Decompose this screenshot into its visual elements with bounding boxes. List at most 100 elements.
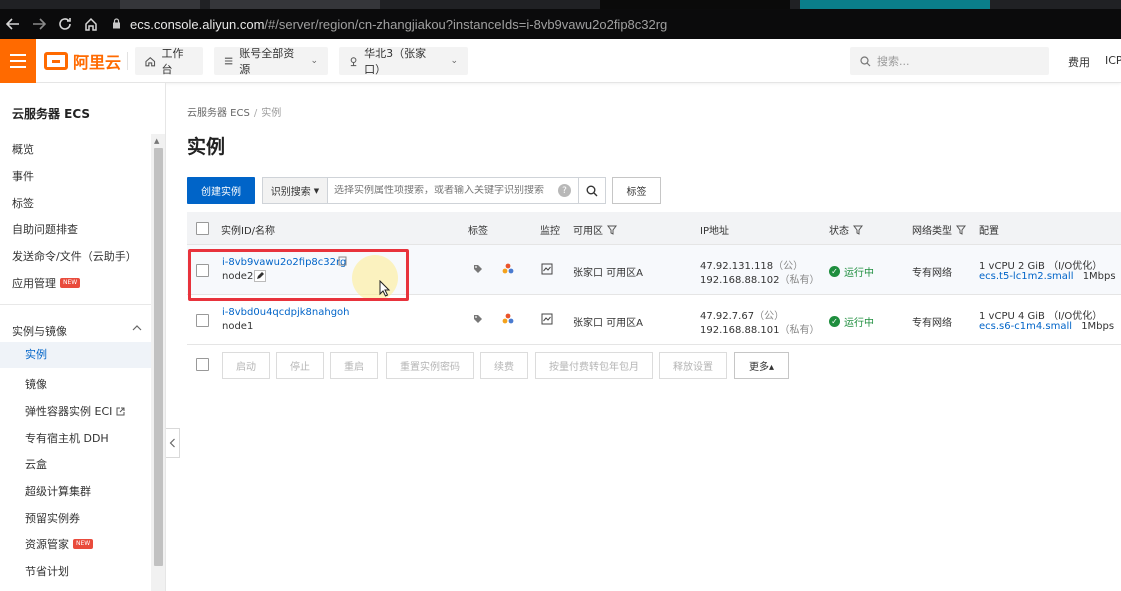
column-header-config: 配置 (979, 226, 999, 237)
column-header-status[interactable]: 状态 (829, 222, 863, 237)
start-button[interactable]: 启动 (222, 352, 270, 379)
new-badge: NEW (60, 278, 81, 288)
sidebar-scrollbar[interactable]: ▲ (151, 134, 165, 591)
sidebar-item-events[interactable]: 事件 (12, 168, 34, 184)
browser-tab[interactable] (210, 0, 380, 9)
row-checkbox[interactable] (196, 314, 209, 327)
monitor-icon[interactable] (541, 263, 553, 278)
filter-icon[interactable] (607, 225, 617, 235)
column-header-label: 状态 (829, 226, 849, 237)
sidebar: 云服务器 ECS 概览 事件 标签 自助问题排查 发送命令/文件（云助手） 应用… (0, 83, 166, 591)
tag-filter-button[interactable]: 标签 (612, 177, 661, 204)
browser-tab[interactable] (800, 0, 990, 9)
create-instance-button[interactable]: 创建实例 (187, 177, 255, 204)
scrollbar-thumb[interactable] (154, 148, 163, 566)
chevron-down-icon: ⌄ (450, 56, 458, 66)
global-search-input[interactable]: 搜索... (850, 47, 1049, 75)
breadcrumb-current: 实例 (261, 108, 282, 119)
help-icon[interactable]: ? (558, 184, 571, 197)
sidebar-item-resource-manager[interactable]: 资源管家 NEW (25, 536, 94, 552)
bandwidth: 1Mbps (1082, 271, 1116, 282)
release-settings-button[interactable]: 释放设置 (659, 352, 727, 379)
home-icon[interactable] (78, 9, 104, 39)
sidebar-item-reserved-instances[interactable]: 预留实例券 (25, 510, 80, 526)
sidebar-item-send-command[interactable]: 发送命令/文件（云助手） (12, 248, 137, 264)
search-mode-label: 识别搜索 (270, 187, 311, 198)
external-link-icon (116, 407, 125, 415)
filter-icon[interactable] (956, 225, 966, 235)
reload-icon[interactable] (52, 9, 78, 39)
back-icon[interactable] (0, 9, 26, 39)
filter-icon[interactable] (853, 225, 863, 235)
bulk-select-checkbox[interactable] (196, 358, 209, 371)
check-circle-icon: ✓ (829, 316, 840, 327)
search-button[interactable] (578, 178, 605, 203)
bandwidth: 1Mbps (1081, 321, 1115, 332)
icp-link[interactable]: ICP (1105, 54, 1121, 67)
monitor-icon[interactable] (541, 313, 553, 328)
tag-icon[interactable] (473, 264, 483, 277)
chevron-down-icon: ⌄ (310, 56, 318, 66)
stop-button[interactable]: 停止 (276, 352, 324, 379)
breadcrumb: 云服务器 ECS / 实例 (187, 104, 281, 119)
forward-icon[interactable] (26, 9, 52, 39)
sidebar-item-overview[interactable]: 概览 (12, 141, 34, 157)
resource-group-icon[interactable] (502, 313, 514, 328)
search-icon (860, 55, 871, 66)
sidebar-item-ddh[interactable]: 专有宿主机 DDH (25, 430, 109, 446)
public-ip: 47.92.7.67（公） (700, 307, 784, 322)
sidebar-item-savings-plan[interactable]: 节省计划 (25, 563, 69, 579)
sidebar-collapse-button[interactable] (166, 428, 180, 458)
instance-search-input[interactable] (328, 185, 558, 196)
workbench-button[interactable]: 工作台 (135, 47, 203, 76)
table-row[interactable]: i-8vbd0u4qcdpjk8nahgoh node1 张家口 可用区A 47… (187, 295, 1121, 345)
sidebar-item-troubleshoot[interactable]: 自助问题排查 (12, 221, 78, 237)
select-all-checkbox[interactable] (196, 222, 209, 235)
more-actions-button[interactable]: 更多▴ (734, 352, 789, 379)
instance-type-link[interactable]: ecs.s6-c1m4.small (979, 321, 1072, 332)
mouse-pointer-icon (379, 279, 391, 300)
region-dropdown[interactable]: 华北3（张家口） ⌄ (339, 47, 468, 76)
sidebar-item-tags[interactable]: 标签 (12, 195, 34, 211)
scroll-up-icon[interactable]: ▲ (154, 137, 159, 145)
sidebar-group-instances-images[interactable]: 实例与镜像 (12, 323, 142, 339)
home-icon (145, 56, 156, 66)
browser-tab-active[interactable] (600, 0, 790, 9)
column-header-label: 网络类型 (912, 226, 952, 237)
tag-icon[interactable] (473, 314, 483, 327)
sidebar-item-images[interactable]: 镜像 (25, 376, 47, 392)
resource-group-icon[interactable] (502, 263, 514, 278)
convert-billing-button[interactable]: 按量付费转包年包月 (535, 352, 653, 379)
renew-button[interactable]: 续费 (480, 352, 528, 379)
search-mode-dropdown[interactable]: 识别搜索 ▼ (263, 178, 328, 203)
chevron-up-icon (132, 323, 142, 339)
sidebar-item-supercomputing[interactable]: 超级计算集群 (25, 483, 91, 499)
instance-id-link[interactable]: i-8vbd0u4qcdpjk8nahgoh (222, 307, 350, 318)
browser-tab-strip (0, 0, 1121, 9)
restart-button[interactable]: 重启 (330, 352, 378, 379)
resources-dropdown[interactable]: 账号全部资源 ⌄ (214, 47, 328, 76)
sidebar-item-cloudbox[interactable]: 云盒 (25, 456, 47, 472)
search-icon (586, 185, 598, 196)
location-icon (350, 56, 357, 66)
instance-type-link[interactable]: ecs.t5-lc1m2.small (979, 271, 1074, 282)
menu-icon[interactable] (0, 39, 36, 83)
fee-link[interactable]: 费用 (1068, 54, 1090, 70)
sidebar-title: 云服务器 ECS (12, 107, 91, 121)
config-spec: 1 vCPU 2 GiB （I/O优化） (979, 261, 1103, 272)
browser-tab[interactable] (120, 0, 200, 9)
private-ip: 192.168.88.101（私有） (700, 321, 820, 336)
sidebar-item-instances[interactable]: 实例 (0, 342, 151, 368)
address-bar[interactable]: ecs.console.aliyun.com/#/server/region/c… (112, 9, 667, 39)
column-header-label: 可用区 (573, 226, 603, 237)
reset-password-button[interactable]: 重置实例密码 (386, 352, 474, 379)
aliyun-logo[interactable]: 阿里云 (44, 50, 121, 72)
status-label: 运行中 (844, 268, 874, 279)
sidebar-item-app-management[interactable]: 应用管理 NEW (12, 275, 81, 291)
column-header-network[interactable]: 网络类型 (912, 222, 966, 237)
breadcrumb-root[interactable]: 云服务器 ECS (187, 108, 250, 119)
caret-down-icon: ▼ (313, 186, 320, 195)
zone-value: 张家口 可用区A (573, 268, 644, 279)
column-header-zone[interactable]: 可用区 (573, 222, 617, 237)
sidebar-item-eci[interactable]: 弹性容器实例 ECI (25, 403, 125, 419)
